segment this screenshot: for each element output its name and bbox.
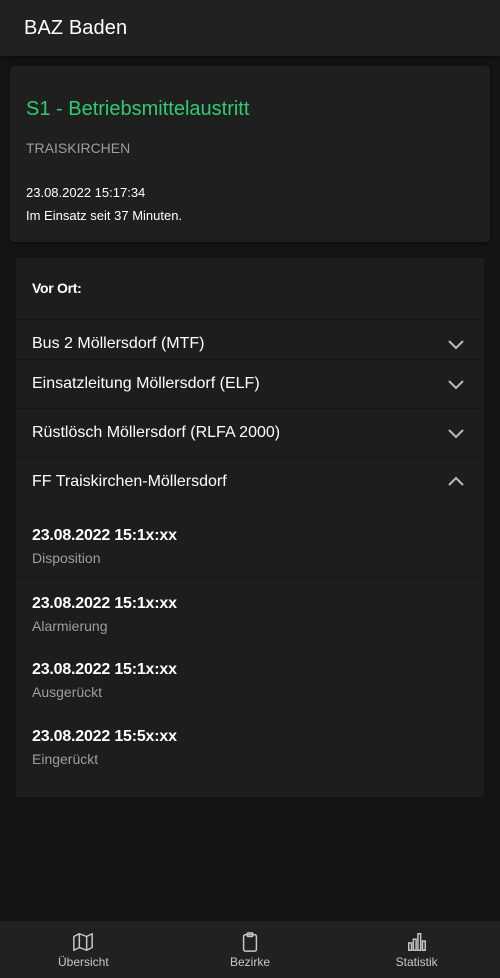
nav-uebersicht[interactable]: Übersicht (0, 921, 167, 978)
nav-statistik[interactable]: Statistik (333, 921, 500, 978)
unit-label: Bus 2 Möllersdorf (MTF) (32, 335, 205, 352)
nav-label: Übersicht (57, 954, 109, 969)
nav-label: Statistik (395, 954, 438, 969)
unit-row-ruestloesch[interactable]: Rüstlösch Möllersdorf (RLFA 2000) (16, 408, 484, 457)
panel-header: Vor Ort: (32, 280, 82, 296)
timeline-label: Ausgerückt (32, 684, 103, 700)
incident-duration: Im Einsatz seit 37 Minuten. (26, 208, 183, 223)
timeline-label: Eingerückt (32, 751, 99, 767)
timeline-time: 23.08.2022 15:1x:xx (32, 595, 177, 612)
nav-label: Bezirke (230, 954, 271, 969)
chevron-down-icon (446, 423, 466, 443)
timeline-label: Disposition (32, 550, 101, 566)
timeline-time: 23.08.2022 15:1x:xx (32, 661, 177, 678)
units-panel: Vor Ort: Bus 2 Möllersdorf (MTF) Einsatz… (16, 258, 484, 797)
unit-label: Rüstlösch Möllersdorf (RLFA 2000) (32, 424, 281, 441)
timeline-item: 23.08.2022 15:1x:xx Ausgerückt (16, 642, 484, 708)
timeline-time: 23.08.2022 15:1x:xx (32, 527, 177, 544)
unit-label: Einsatzleitung Möllersdorf (ELF) (32, 375, 260, 392)
unit-row-ff-traiskirchen[interactable]: FF Traiskirchen-Möllersdorf (16, 457, 484, 506)
bar-chart-icon (406, 931, 428, 953)
nav-bezirke[interactable]: Bezirke (167, 921, 334, 978)
timeline-item: 23.08.2022 15:1x:xx Alarmierung (16, 576, 484, 642)
app-title: BAZ Baden (24, 16, 128, 39)
incident-location: TRAISKIRCHEN (26, 140, 131, 156)
timeline-time: 23.08.2022 15:5x:xx (32, 728, 177, 745)
clipboard-icon (239, 931, 261, 953)
unit-label: FF Traiskirchen-Möllersdorf (32, 473, 227, 490)
chevron-down-icon (446, 374, 466, 394)
incident-title: S1 - Betriebsmittelaustritt (26, 98, 250, 120)
incident-time: 23.08.2022 15:17:34 (26, 185, 146, 200)
chevron-down-icon (446, 334, 466, 354)
timeline-item: 23.08.2022 15:1x:xx Disposition (16, 509, 484, 575)
chevron-up-icon (446, 472, 466, 492)
bottom-navigation: Übersicht Bezirke Statistik (0, 921, 500, 978)
timeline-label: Alarmierung (32, 618, 108, 634)
map-icon (72, 931, 94, 953)
incident-card: S1 - Betriebsmittelaustritt TRAISKIRCHEN… (10, 66, 490, 242)
timeline-item: 23.08.2022 15:5x:xx Eingerückt (16, 709, 484, 775)
app-bar: BAZ Baden (0, 0, 500, 56)
unit-row-einsatzleitung[interactable]: Einsatzleitung Möllersdorf (ELF) (16, 359, 484, 408)
